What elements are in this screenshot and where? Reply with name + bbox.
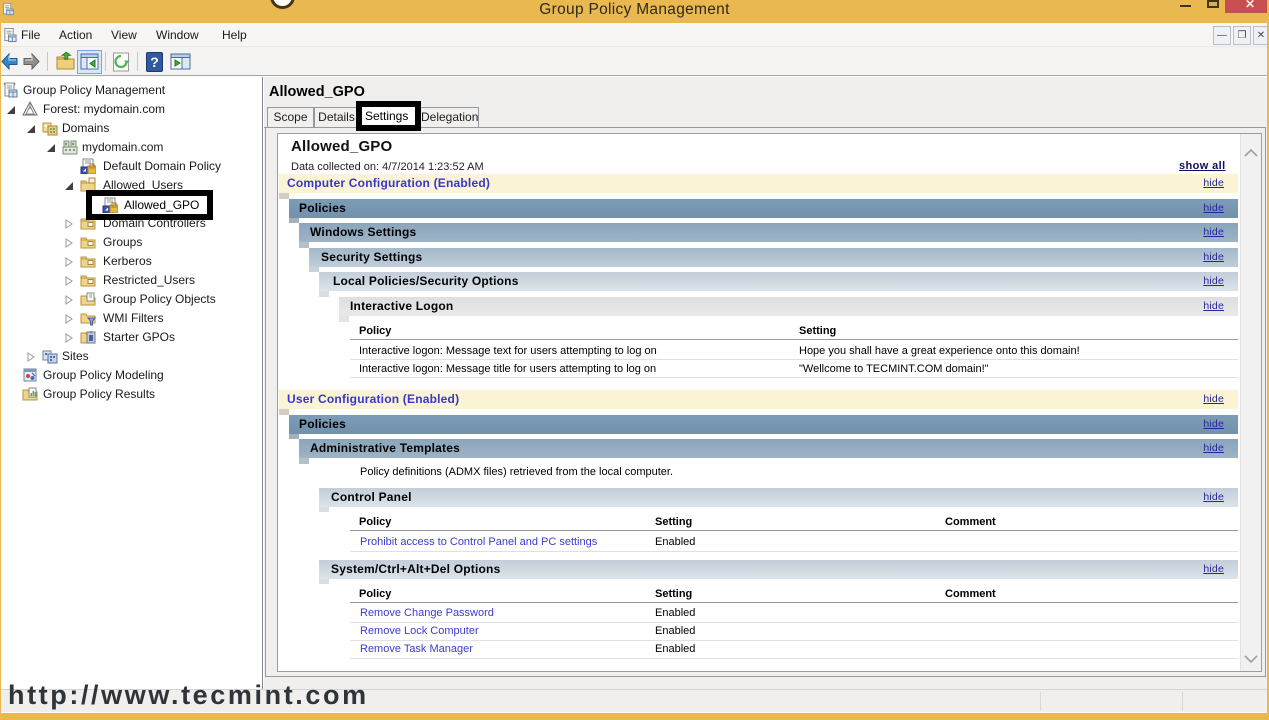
svg-text:?: ? xyxy=(150,54,159,70)
